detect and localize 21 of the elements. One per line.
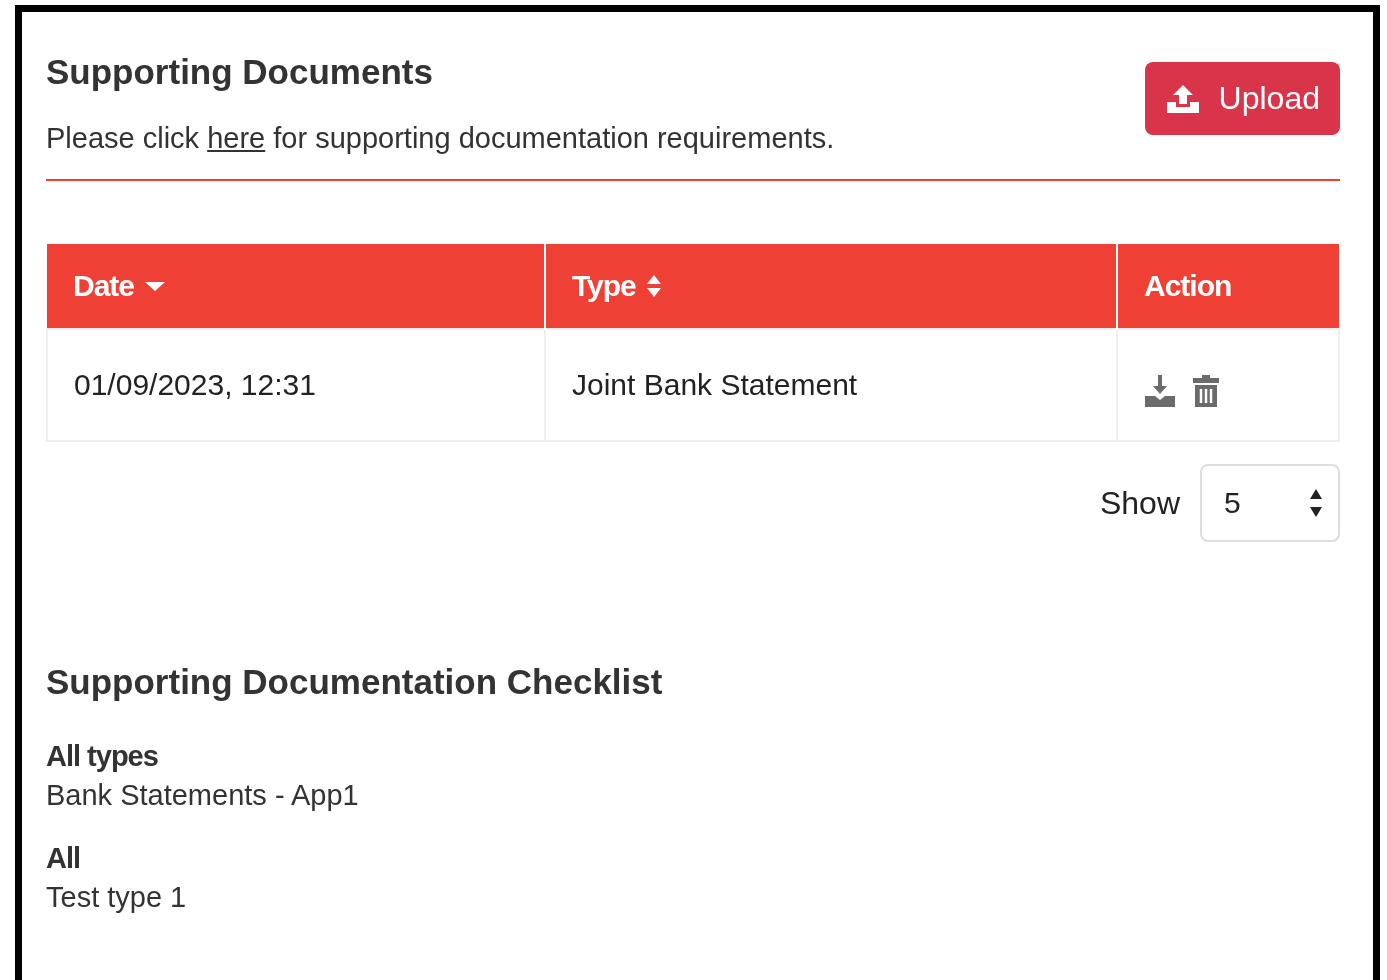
requirements-link[interactable]: here <box>207 122 266 154</box>
checklist-heading: All types <box>46 740 159 773</box>
upload-icon <box>1164 83 1201 114</box>
intro-text: Please click here for supporting documentation requirements. <box>46 122 835 155</box>
upload-button[interactable]: Upload <box>1144 62 1340 135</box>
show-label: Show <box>1099 484 1180 522</box>
column-header[interactable]: Action <box>1117 244 1339 329</box>
sort-down-icon <box>144 280 167 292</box>
checklist-title: Supporting Documentation Checklist <box>46 662 664 702</box>
table-cell: 01/09/2023, 12:31 <box>47 329 545 441</box>
checklist-item: Bank Statements - App1 <box>46 779 360 812</box>
sort-icon <box>645 273 662 299</box>
checklist-item: Test type 1 <box>46 881 188 914</box>
download-icon[interactable] <box>1144 374 1176 409</box>
column-header[interactable]: Type <box>545 244 1117 329</box>
trash-icon[interactable] <box>1192 374 1220 409</box>
checklist-heading: All <box>46 842 82 875</box>
section-title: Supporting Documents <box>46 52 434 92</box>
column-header[interactable]: Date <box>47 244 545 329</box>
table-cell: Joint Bank Statement <box>545 329 1117 441</box>
page-size-field[interactable]: 5 <box>1200 464 1340 542</box>
